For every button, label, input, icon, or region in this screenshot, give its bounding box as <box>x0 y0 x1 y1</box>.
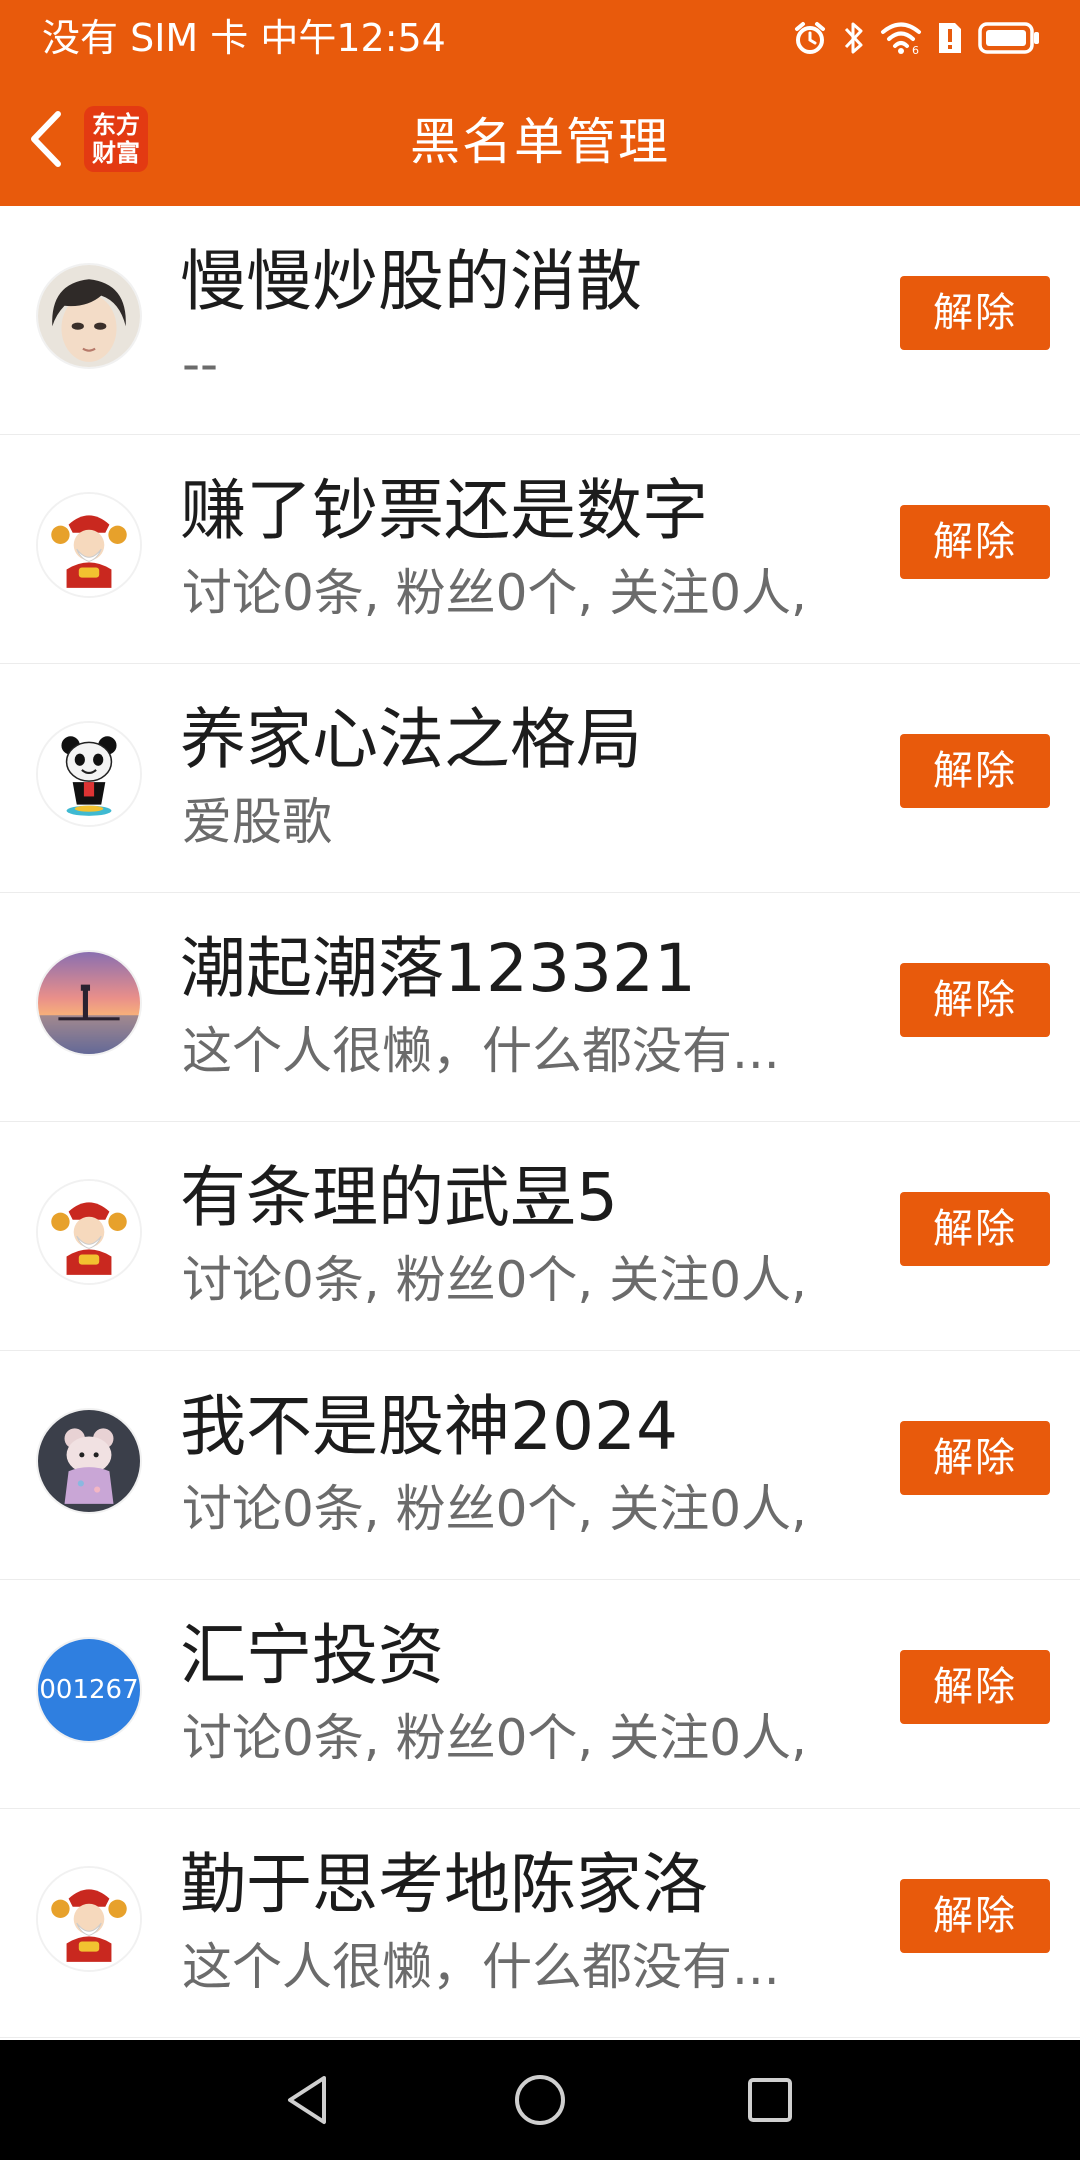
alarm-icon <box>792 20 828 56</box>
list-item: 慢慢炒股的消散 -- 解除 <box>0 206 1080 435</box>
avatar[interactable] <box>36 1179 142 1285</box>
unblock-button[interactable]: 解除 <box>900 505 1050 579</box>
user-name: 养家心法之格局 <box>180 701 642 778</box>
page-title: 黑名单管理 <box>410 113 670 171</box>
app-header: 东方 财富 黑名单管理 <box>0 76 1080 206</box>
nav-back-button[interactable] <box>278 2070 338 2130</box>
avatar[interactable] <box>36 492 142 598</box>
plush-toy-avatar-icon <box>38 1410 140 1512</box>
status-icons: 6 <box>792 16 1040 60</box>
list-item: 养家心法之格局 爱股歌 解除 <box>0 664 1080 893</box>
blacklist: 慢慢炒股的消散 -- 解除 赚了钞票还是数字 讨论0条, 粉丝0个, 关注0人,… <box>0 206 1080 2038</box>
user-desc: 这个人很懒，什么都没有... <box>182 1022 780 1080</box>
user-name: 慢慢炒股的消散 <box>180 243 642 320</box>
wifi-icon: 6 <box>880 20 922 56</box>
user-desc: 爱股歌 <box>182 793 332 851</box>
avatar[interactable] <box>36 1866 142 1972</box>
sim-alert-icon <box>936 20 964 56</box>
fortune-god-avatar-icon <box>38 1868 140 1970</box>
unblock-button[interactable]: 解除 <box>900 1879 1050 1953</box>
avatar[interactable] <box>36 950 142 1056</box>
svg-text:6: 6 <box>912 44 919 56</box>
user-name: 我不是股神2024 <box>180 1388 678 1465</box>
unblock-button[interactable]: 解除 <box>900 963 1050 1037</box>
user-desc: 这个人很懒，什么都没有... <box>182 1938 780 1996</box>
recents-square-icon <box>740 2070 800 2130</box>
anime-portrait-avatar-icon <box>38 265 140 367</box>
panda-avatar-icon <box>38 723 140 825</box>
nav-recents-button[interactable] <box>740 2070 800 2130</box>
avatar[interactable] <box>36 263 142 369</box>
avatar[interactable] <box>36 721 142 827</box>
system-nav-bar <box>0 2040 1080 2160</box>
user-desc: 讨论0条, 粉丝0个, 关注0人, <box>182 1709 807 1767</box>
list-item: 潮起潮落123321 这个人很懒，什么都没有... 解除 <box>0 893 1080 1122</box>
avatar[interactable] <box>36 1408 142 1514</box>
user-desc: -- <box>182 335 219 393</box>
user-name: 有条理的武昱5 <box>180 1159 618 1236</box>
nav-home-button[interactable] <box>510 2070 570 2130</box>
user-desc: 讨论0条, 粉丝0个, 关注0人, <box>182 564 807 622</box>
status-text: 没有 SIM 卡 中午12:54 <box>42 16 446 60</box>
bluetooth-icon <box>842 19 866 57</box>
user-desc: 讨论0条, 粉丝0个, 关注0人, <box>182 1251 807 1309</box>
fortune-god-avatar-icon <box>38 494 140 596</box>
avatar[interactable]: 001267 <box>36 1637 142 1743</box>
list-item: 勤于思考地陈家洛 这个人很懒，什么都没有... 解除 <box>0 1809 1080 2038</box>
user-name: 汇宁投资 <box>180 1617 444 1694</box>
list-item: 我不是股神2024 讨论0条, 粉丝0个, 关注0人, 解除 <box>0 1351 1080 1580</box>
user-name: 潮起潮落123321 <box>180 930 696 1007</box>
sunset-lighthouse-avatar-icon <box>38 952 140 1054</box>
unblock-button[interactable]: 解除 <box>900 1650 1050 1724</box>
unblock-button[interactable]: 解除 <box>900 734 1050 808</box>
unblock-button[interactable]: 解除 <box>900 1421 1050 1495</box>
avatar-code-text: 001267 <box>38 1639 140 1741</box>
unblock-button[interactable]: 解除 <box>900 1192 1050 1266</box>
home-circle-icon <box>510 2070 570 2130</box>
list-item: 赚了钞票还是数字 讨论0条, 粉丝0个, 关注0人, 解除 <box>0 435 1080 664</box>
fortune-god-avatar-icon <box>38 1181 140 1283</box>
battery-icon <box>978 21 1040 55</box>
list-item: 001267 汇宁投资 讨论0条, 粉丝0个, 关注0人, 解除 <box>0 1580 1080 1809</box>
user-name: 赚了钞票还是数字 <box>180 472 708 549</box>
unblock-button[interactable]: 解除 <box>900 276 1050 350</box>
user-name: 勤于思考地陈家洛 <box>180 1846 708 1923</box>
user-desc: 讨论0条, 粉丝0个, 关注0人, <box>182 1480 807 1538</box>
status-bar: 没有 SIM 卡 中午12:54 6 <box>0 0 1080 76</box>
back-triangle-icon <box>278 2070 338 2130</box>
list-item: 有条理的武昱5 讨论0条, 粉丝0个, 关注0人, 解除 <box>0 1122 1080 1351</box>
